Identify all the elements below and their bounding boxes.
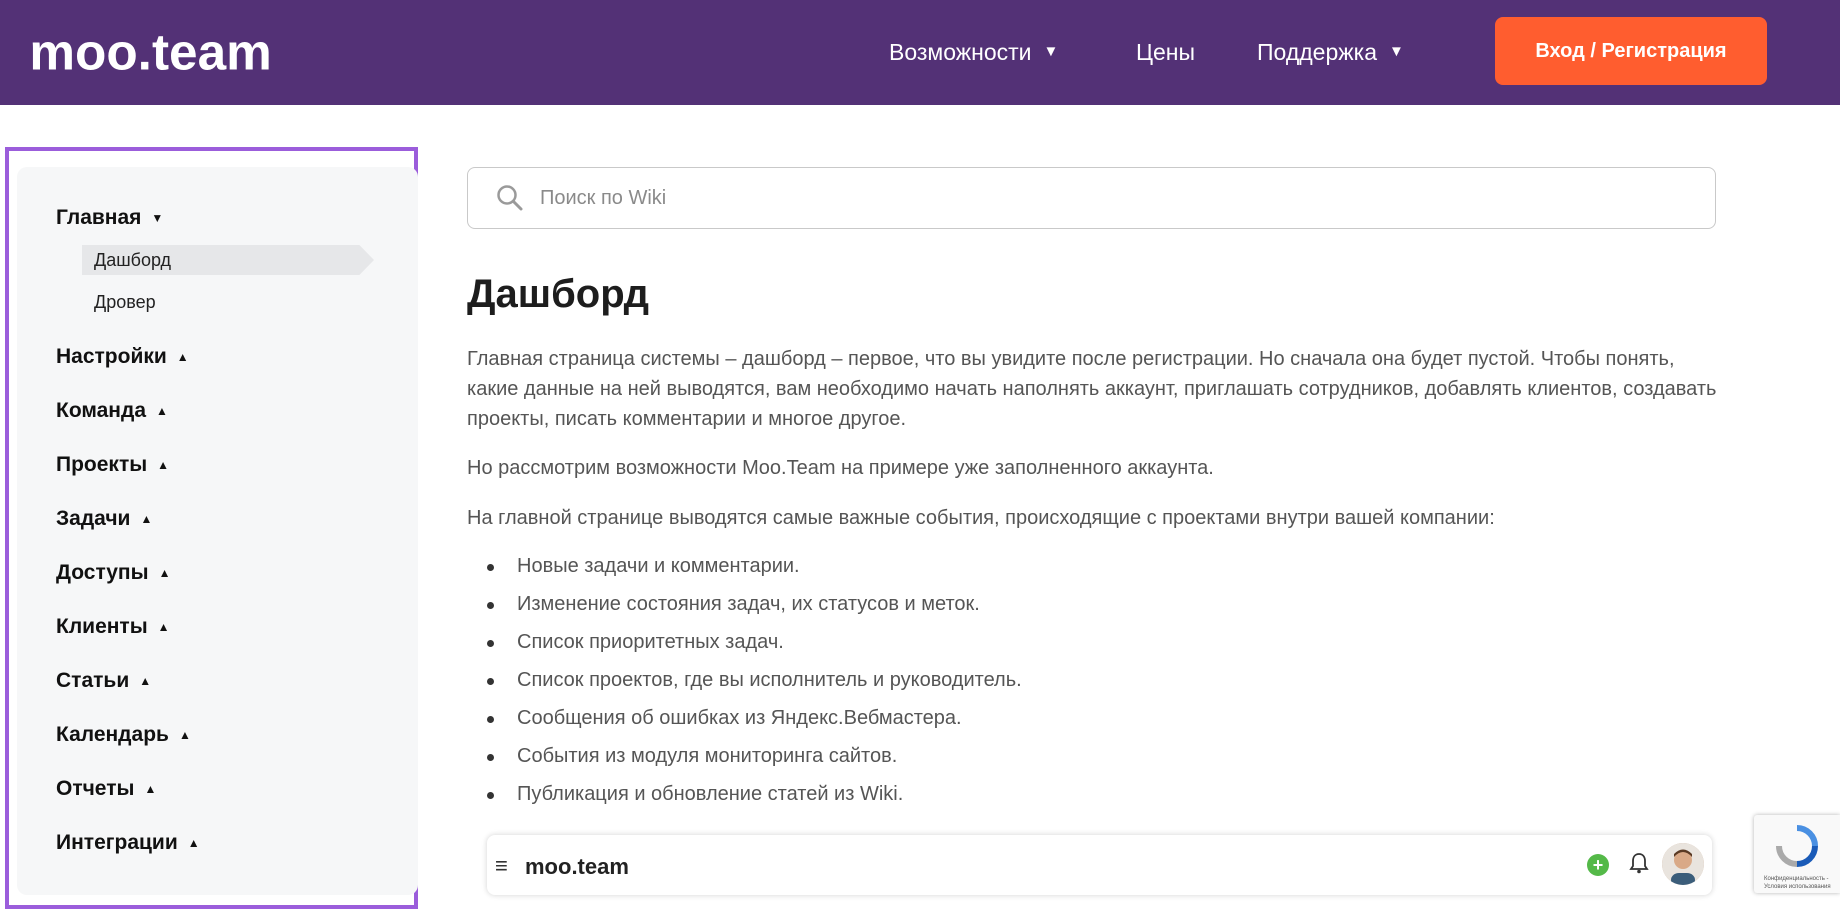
nav-pricing-label: Цены bbox=[1136, 39, 1196, 65]
dashboard-preview-image: ≡ moo.team + bbox=[487, 835, 1712, 895]
sidebar-section-integrations[interactable]: Интеграции ▲ bbox=[56, 831, 200, 855]
top-navbar: moo.team Возможности ▼ Цены Поддержка ▼ … bbox=[0, 0, 1840, 105]
sidebar-section-projects[interactable]: Проекты ▲ bbox=[56, 453, 169, 477]
nav-pricing[interactable]: Цены bbox=[1136, 0, 1195, 105]
triangle-up-icon: ▲ bbox=[144, 782, 157, 796]
bell-icon bbox=[1629, 853, 1649, 874]
caret-down-icon: ▼ bbox=[1389, 43, 1404, 60]
logo-text: moo.team bbox=[29, 24, 271, 77]
list-item: Сообщения об ошибках из Яндекс.Вебмастер… bbox=[467, 702, 1022, 740]
sidebar-section-tasks[interactable]: Задачи ▲ bbox=[56, 507, 152, 531]
triangle-up-icon: ▲ bbox=[176, 350, 189, 364]
article-paragraph: Главная страница системы – дашборд – пер… bbox=[467, 348, 1717, 430]
sidebar-section-label: Задачи bbox=[56, 507, 131, 530]
plus-icon: + bbox=[1587, 854, 1609, 876]
sidebar-section-label: Интеграции bbox=[56, 831, 178, 854]
sidebar-section-articles[interactable]: Статьи ▲ bbox=[56, 669, 151, 693]
sidebar-item-label: Дашборд bbox=[94, 249, 172, 270]
article-paragraph: На главной странице выводятся самые важн… bbox=[467, 507, 1495, 529]
nav-support[interactable]: Поддержка ▼ bbox=[1257, 0, 1404, 105]
caret-down-icon: ▼ bbox=[1043, 43, 1059, 60]
wiki-search-box[interactable] bbox=[467, 167, 1716, 229]
sidebar-section-label: Отчеты bbox=[56, 777, 135, 800]
sidebar-section-calendar[interactable]: Календарь ▲ bbox=[56, 723, 191, 747]
preview-logo-text: moo.team bbox=[525, 855, 629, 879]
search-icon bbox=[497, 185, 523, 211]
sidebar-section-label: Календарь bbox=[56, 723, 169, 746]
sidebar-section-reports[interactable]: Отчеты ▲ bbox=[56, 777, 156, 801]
sidebar-item-dashboard[interactable]: Дашборд bbox=[82, 245, 374, 275]
sidebar-section-team[interactable]: Команда ▲ bbox=[56, 399, 168, 423]
list-item: События из модуля мониторинга сайтов. bbox=[467, 740, 1022, 778]
recaptcha-links: Конфиденциальность - Условия использован… bbox=[1764, 876, 1831, 890]
triangle-up-icon: ▲ bbox=[156, 404, 168, 418]
triangle-up-icon: ▲ bbox=[157, 620, 170, 634]
triangle-up-icon: ▲ bbox=[140, 512, 153, 526]
sidebar-section-access[interactable]: Доступы ▲ bbox=[56, 561, 170, 585]
list-item: Список проектов, где вы исполнитель и ру… bbox=[467, 664, 1022, 702]
nav-support-label: Поддержка bbox=[1257, 39, 1377, 65]
sidebar-section-clients[interactable]: Клиенты ▲ bbox=[56, 615, 170, 639]
sidebar-section-label: Статьи bbox=[56, 669, 130, 692]
nav-features-label: Возможности bbox=[889, 39, 1032, 65]
sidebar-section-label: Проекты bbox=[56, 453, 148, 476]
moo-team-logo: moo.team bbox=[525, 855, 629, 879]
article-bullet-list: Новые задачи и комментарии. Изменение со… bbox=[467, 550, 1022, 816]
sidebar-section-label: Доступы bbox=[56, 561, 149, 584]
triangle-up-icon: ▲ bbox=[178, 728, 191, 742]
article-title: Дашборд bbox=[467, 272, 650, 316]
article-paragraph: Но рассмотрим возможности Moo.Team на пр… bbox=[467, 457, 1214, 479]
recaptcha-icon bbox=[1776, 825, 1818, 867]
sidebar-item-label: Дровер bbox=[94, 291, 156, 312]
wiki-search-input[interactable] bbox=[538, 185, 1642, 211]
sidebar-section-settings[interactable]: Настройки ▲ bbox=[56, 345, 189, 369]
triangle-up-icon: ▲ bbox=[158, 566, 171, 580]
moo-team-logo[interactable]: moo.team bbox=[16, 22, 336, 77]
list-item: Новые задачи и комментарии. bbox=[467, 550, 1022, 588]
sidebar-section-label: Настройки bbox=[56, 345, 167, 368]
avatar bbox=[1662, 843, 1704, 885]
caret-down-icon: ▼ bbox=[151, 211, 164, 225]
sidebar-section-label: Клиенты bbox=[56, 615, 148, 638]
recaptcha-badge[interactable]: Конфиденциальность - Условия использован… bbox=[1754, 815, 1840, 893]
sidebar-section-label: Главная bbox=[56, 206, 142, 229]
list-item: Публикация и обновление статей из Wiki. bbox=[467, 778, 1022, 816]
sidebar-item-drover[interactable]: Дровер bbox=[82, 287, 156, 317]
login-register-button[interactable]: Вход / Регистрация bbox=[1495, 17, 1767, 85]
triangle-up-icon: ▲ bbox=[157, 458, 170, 472]
sidebar-section-home[interactable]: Главная ▼ bbox=[56, 206, 163, 230]
list-item: Список приоритетных задач. bbox=[467, 626, 1022, 664]
sidebar-section-label: Команда bbox=[56, 399, 146, 422]
list-item: Изменение состояния задач, их статусов и… bbox=[467, 588, 1022, 626]
nav-features[interactable]: Возможности ▼ bbox=[889, 0, 1058, 105]
triangle-up-icon: ▲ bbox=[139, 674, 152, 688]
triangle-up-icon: ▲ bbox=[187, 836, 200, 850]
menu-icon: ≡ bbox=[495, 853, 508, 878]
